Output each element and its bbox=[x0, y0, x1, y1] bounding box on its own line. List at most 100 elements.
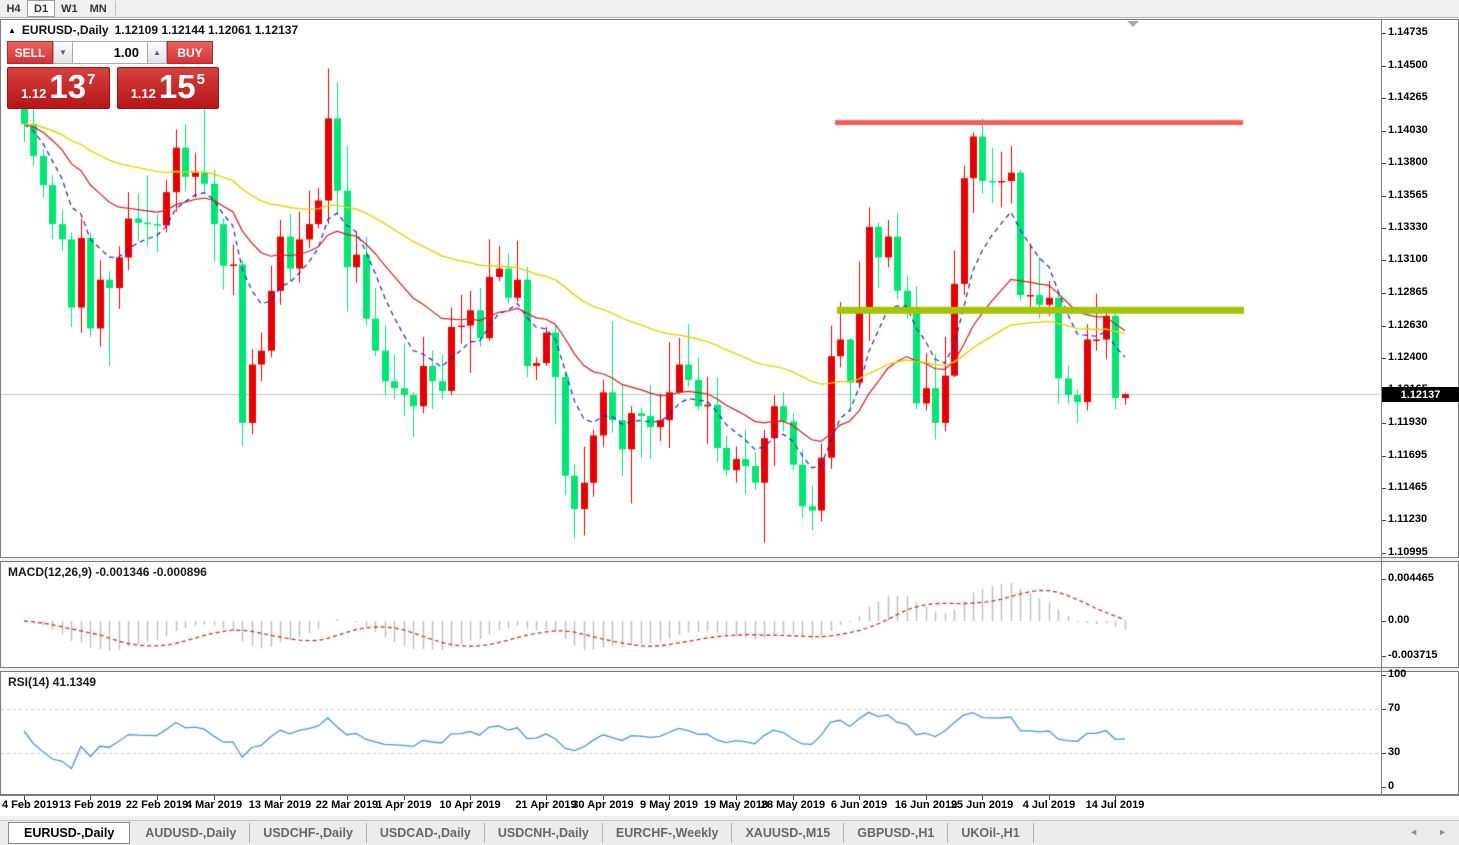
price-axis-label: 1.14500 bbox=[1388, 59, 1428, 71]
tab-scroll-left-icon[interactable]: ◄ bbox=[1409, 827, 1418, 837]
date-axis-label: 13 Feb 2019 bbox=[52, 799, 128, 811]
chart-shift-marker-icon[interactable] bbox=[1127, 21, 1139, 27]
price-axis-label: 1.11930 bbox=[1388, 416, 1427, 428]
price-axis-label: 1.11230 bbox=[1388, 513, 1427, 525]
date-axis-label: 10 Apr 2019 bbox=[432, 799, 508, 811]
trading-terminal: H4 D1 W1 MN ▲ EURUSD-,Daily 1.12109 1.12… bbox=[0, 0, 1459, 845]
rsi-label: RSI(14) 41.1349 bbox=[8, 675, 96, 689]
sell-price-main: 13 bbox=[49, 68, 86, 106]
rsi-axis-tick bbox=[1382, 787, 1386, 788]
price-axis-tick bbox=[1382, 423, 1386, 424]
timeframe-d1-button[interactable]: D1 bbox=[27, 0, 55, 17]
volume-input[interactable] bbox=[73, 41, 147, 64]
macd-axis-tick bbox=[1382, 621, 1386, 622]
price-axis-label: 1.11695 bbox=[1388, 449, 1427, 461]
tab-eurchf-weekly[interactable]: EURCHF-,Weekly bbox=[603, 823, 733, 843]
price-axis-label: 1.11465 bbox=[1388, 481, 1427, 493]
macd-axis-tick bbox=[1382, 579, 1386, 580]
macd-axis-label: 0.00 bbox=[1388, 614, 1409, 626]
price-axis-label: 1.14265 bbox=[1388, 91, 1428, 103]
timeframe-toolbar: H4 D1 W1 MN bbox=[0, 0, 1459, 18]
chart-title: ▲ EURUSD-,Daily 1.12109 1.12144 1.12061 … bbox=[8, 23, 298, 37]
date-axis-label: 4 Mar 2019 bbox=[176, 799, 252, 811]
price-axis-tick bbox=[1382, 456, 1386, 457]
price-axis-tick bbox=[1382, 488, 1386, 489]
macd-axis-label: -0.003715 bbox=[1388, 649, 1438, 661]
tab-scroll-right-icon[interactable]: ► bbox=[1438, 827, 1447, 837]
rsi-axis-label: 30 bbox=[1388, 746, 1400, 758]
price-axis-tick bbox=[1382, 553, 1386, 554]
price-axis-label: 1.12400 bbox=[1388, 351, 1428, 363]
sell-price-prefix: 1.12 bbox=[21, 86, 46, 101]
price-axis-label: 1.14735 bbox=[1388, 26, 1428, 38]
price-axis-tick bbox=[1382, 131, 1386, 132]
tab-gbpusd-h1[interactable]: GBPUSD-,H1 bbox=[844, 823, 948, 843]
date-axis-label: 25 Jun 2019 bbox=[944, 799, 1020, 811]
price-axis-tick bbox=[1382, 260, 1386, 261]
tab-usdcad-daily[interactable]: USDCAD-,Daily bbox=[367, 823, 485, 843]
buy-price-main: 15 bbox=[159, 68, 196, 106]
chart-symbol-label: EURUSD-,Daily bbox=[22, 23, 109, 37]
rsi-axis-tick bbox=[1382, 675, 1386, 676]
date-axis-label: 13 Mar 2019 bbox=[242, 799, 318, 811]
rsi-canvas[interactable] bbox=[1, 672, 1380, 794]
date-axis-label: 30 Apr 2019 bbox=[565, 799, 641, 811]
rsi-axis-label: 70 bbox=[1388, 702, 1400, 714]
toolbar-separator bbox=[115, 1, 116, 16]
price-axis-label: 1.13100 bbox=[1388, 253, 1428, 265]
sell-button[interactable]: SELL bbox=[7, 41, 53, 64]
symbol-tab-bar: EURUSD-,Daily AUDUSD-,Daily USDCHF-,Dail… bbox=[0, 820, 1459, 845]
rsi-value: 41.1349 bbox=[53, 675, 96, 689]
date-axis-label: 1 Apr 2019 bbox=[366, 799, 442, 811]
volume-decrease-button[interactable]: ▼ bbox=[53, 41, 73, 64]
rsi-axis-tick bbox=[1382, 753, 1386, 754]
sell-price-box[interactable]: 1.12 13 7 bbox=[7, 67, 110, 109]
tab-eurusd-daily[interactable]: EURUSD-,Daily bbox=[8, 822, 130, 844]
price-axis-tick bbox=[1382, 196, 1386, 197]
volume-increase-button[interactable]: ▲ bbox=[147, 41, 167, 64]
chart-ohlc-values: 1.12109 1.12144 1.12061 1.12137 bbox=[115, 23, 299, 37]
date-axis-label: 6 Jun 2019 bbox=[821, 799, 897, 811]
price-axis-label: 1.10995 bbox=[1388, 546, 1428, 558]
rsi-axis-label: 100 bbox=[1388, 668, 1406, 680]
date-axis-label: 28 May 2019 bbox=[755, 799, 831, 811]
macd-values: -0.001346 -0.000896 bbox=[95, 565, 206, 579]
price-axis-label: 1.13565 bbox=[1388, 189, 1428, 201]
current-price-badge: 1.12137 bbox=[1382, 387, 1459, 402]
timeframe-mn-button[interactable]: MN bbox=[84, 0, 113, 17]
date-axis-label: 14 Jul 2019 bbox=[1077, 799, 1153, 811]
macd-axis-label: 0.004465 bbox=[1388, 572, 1434, 584]
timeframe-w1-button[interactable]: W1 bbox=[55, 0, 84, 17]
buy-price-prefix: 1.12 bbox=[131, 86, 156, 101]
price-axis-label: 1.13330 bbox=[1388, 221, 1428, 233]
tab-audusd-daily[interactable]: AUDUSD-,Daily bbox=[132, 823, 250, 843]
price-axis-tick bbox=[1382, 33, 1386, 34]
price-axis-tick bbox=[1382, 358, 1386, 359]
triangle-up-icon: ▲ bbox=[153, 48, 161, 57]
timeframe-h4-button[interactable]: H4 bbox=[0, 0, 27, 17]
date-axis-label: 9 May 2019 bbox=[631, 799, 707, 811]
tab-xauusd-m15[interactable]: XAUUSD-,M15 bbox=[732, 823, 844, 843]
price-axis-tick bbox=[1382, 163, 1386, 164]
price-axis-tick bbox=[1382, 98, 1386, 99]
price-axis-label: 1.13800 bbox=[1388, 156, 1428, 168]
buy-button[interactable]: BUY bbox=[167, 41, 213, 64]
price-axis-tick bbox=[1382, 520, 1386, 521]
buy-price-box[interactable]: 1.12 15 5 bbox=[117, 67, 220, 109]
macd-canvas[interactable] bbox=[1, 562, 1380, 667]
price-axis-separator bbox=[1381, 19, 1382, 795]
price-axis-tick bbox=[1382, 228, 1386, 229]
triangle-down-icon: ▼ bbox=[59, 48, 67, 57]
price-axis-tick bbox=[1382, 66, 1386, 67]
tab-ukoil-h1[interactable]: UKOil-,H1 bbox=[948, 823, 1033, 843]
date-axis-label: 4 Jul 2019 bbox=[1011, 799, 1087, 811]
collapse-panel-icon[interactable]: ▲ bbox=[8, 26, 16, 35]
rsi-axis-tick bbox=[1382, 709, 1386, 710]
price-axis-label: 1.14030 bbox=[1388, 124, 1428, 136]
tab-usdcnh-daily[interactable]: USDCNH-,Daily bbox=[485, 823, 603, 843]
tab-usdchf-daily[interactable]: USDCHF-,Daily bbox=[250, 823, 367, 843]
price-axis-label: 1.12630 bbox=[1388, 319, 1428, 331]
one-click-trading-panel: SELL ▼ ▲ BUY 1.12 13 7 1.12 15 5 bbox=[7, 41, 219, 109]
rsi-name: RSI(14) bbox=[8, 675, 49, 689]
price-axis-label: 1.12865 bbox=[1388, 286, 1428, 298]
